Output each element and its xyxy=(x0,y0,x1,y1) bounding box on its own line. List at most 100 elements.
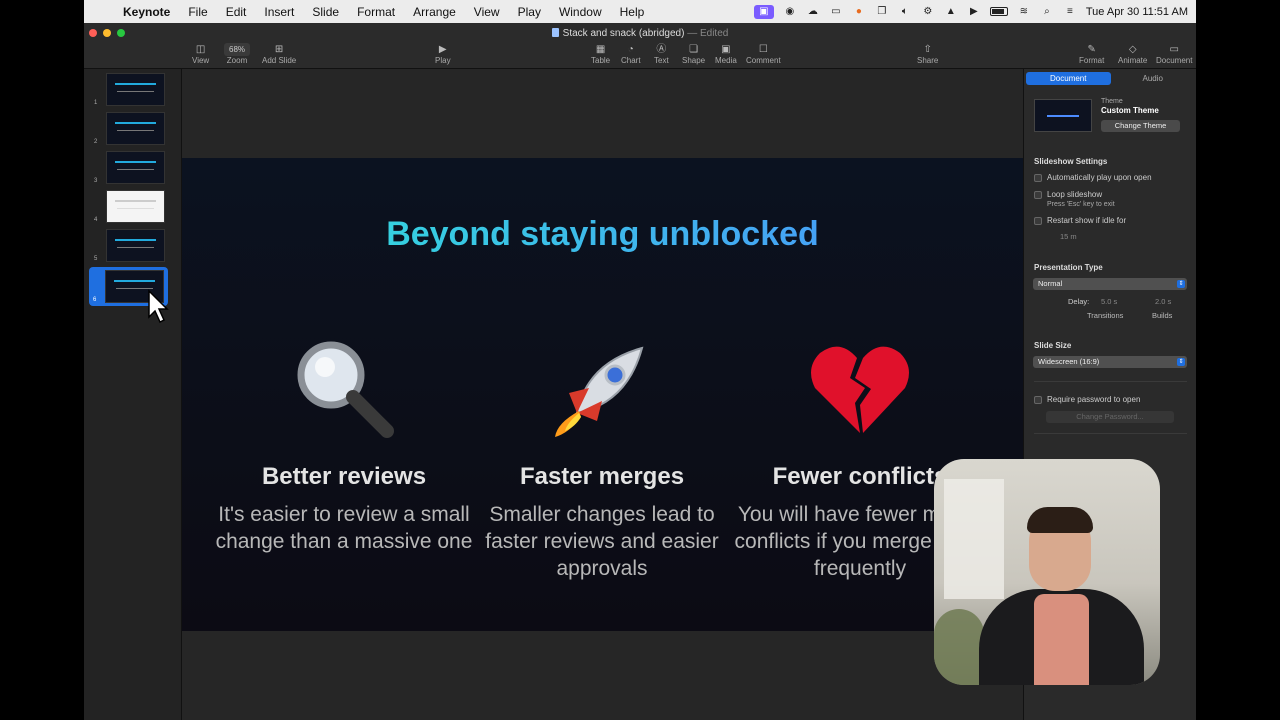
column-heading: Faster merges xyxy=(519,463,685,490)
menu-file[interactable]: File xyxy=(179,5,216,19)
column-heading: Better reviews xyxy=(261,463,427,490)
menu-app-name[interactable]: Keynote xyxy=(114,5,179,19)
menu-edit[interactable]: Edit xyxy=(217,5,256,19)
slide-size-select[interactable]: Widescreen (16:9) ⇕ xyxy=(1033,356,1187,368)
slide-navigator: 1 2 3 4 5 6 xyxy=(84,69,182,720)
chevron-updown-icon: ⇕ xyxy=(1177,280,1185,288)
display-icon[interactable]: ▭ xyxy=(829,6,843,18)
background-window xyxy=(944,479,1004,599)
menu-help[interactable]: Help xyxy=(611,5,654,19)
menu-window[interactable]: Window xyxy=(550,5,611,19)
comment-button[interactable]: ☐ Comment xyxy=(746,43,781,65)
document-title-text: Stack and snack (abridged) xyxy=(562,28,685,39)
app-status-icon[interactable]: ● xyxy=(852,6,866,18)
play-circle-icon[interactable]: ▶ xyxy=(967,6,981,18)
chart-icon: ◔ xyxy=(627,44,634,55)
format-button[interactable]: ✎ Format xyxy=(1079,43,1104,65)
slide-thumbnail-image xyxy=(106,190,165,223)
builds-delay-field[interactable]: 2.0 s xyxy=(1155,297,1171,306)
tab-document[interactable]: Document xyxy=(1026,72,1111,85)
slide-thumbnail-4[interactable]: 4 xyxy=(94,190,165,223)
transitions-label: Transitions xyxy=(1087,311,1124,320)
search-icon[interactable]: ⌕ xyxy=(1040,6,1054,18)
theme-name: Custom Theme xyxy=(1101,106,1159,115)
menu-insert[interactable]: Insert xyxy=(255,5,303,19)
control-center-icon[interactable]: ≡ xyxy=(1063,6,1077,18)
tab-audio[interactable]: Audio xyxy=(1111,72,1196,85)
table-button[interactable]: ▦ Table xyxy=(591,43,610,65)
share-button[interactable]: ⇧ Share xyxy=(917,43,938,65)
checkbox-box[interactable] xyxy=(1034,174,1042,182)
slide-thumbnail-3[interactable]: 3 xyxy=(94,151,165,184)
shape-button[interactable]: ❏ Shape xyxy=(682,43,705,65)
change-theme-button[interactable]: Change Theme xyxy=(1101,120,1180,132)
presentation-type-value: Normal xyxy=(1038,279,1063,288)
slide-canvas[interactable]: Beyond staying unblocked Better reviews … xyxy=(182,69,1023,720)
cloud-icon[interactable]: ☁ xyxy=(806,6,820,18)
chevron-updown-icon: ⇕ xyxy=(1177,358,1185,366)
menu-format[interactable]: Format xyxy=(348,5,404,19)
slide-column-merges[interactable]: Faster merges Smaller changes lead to fa… xyxy=(467,333,737,582)
animate-button[interactable]: ◇ Animate xyxy=(1118,43,1147,65)
media-button[interactable]: ▣ Media xyxy=(715,43,737,65)
toolbar: Stack and snack (abridged) — Edited ◫ Vi… xyxy=(84,23,1196,69)
shape-icon: ❏ xyxy=(689,44,699,55)
theme-thumbnail xyxy=(1034,99,1092,132)
document-title: Stack and snack (abridged) — Edited xyxy=(84,28,1196,39)
checkbox-box[interactable] xyxy=(1034,396,1042,404)
text-button[interactable]: Ⓐ Text xyxy=(654,43,669,65)
slide-title[interactable]: Beyond staying unblocked xyxy=(182,215,1023,254)
view-button[interactable]: ◫ View xyxy=(192,43,209,65)
slide-column-reviews[interactable]: Better reviews It's easier to review a s… xyxy=(209,333,479,555)
shape-label: Shape xyxy=(682,56,706,65)
slide-thumbnail-5[interactable]: 5 xyxy=(94,229,165,262)
play-icon: ▶ xyxy=(438,44,447,55)
restart-idle-checkbox[interactable]: Restart show if idle for xyxy=(1034,216,1126,225)
require-password-checkbox[interactable]: Require password to open xyxy=(1034,395,1140,404)
current-slide[interactable]: Beyond staying unblocked Better reviews … xyxy=(182,158,1023,631)
wifi-icon[interactable]: ≋ xyxy=(1017,6,1031,18)
loop-checkbox[interactable]: Loop slideshow Press 'Esc' key to exit xyxy=(1034,190,1115,208)
share-icon: ⇧ xyxy=(923,44,932,55)
idle-time-field[interactable]: 15 m xyxy=(1060,232,1077,241)
window-icon[interactable]: ❐ xyxy=(875,6,889,18)
auto-play-checkbox[interactable]: Automatically play upon open xyxy=(1034,173,1152,182)
zoom-value: 68% xyxy=(224,43,251,56)
transitions-delay-field[interactable]: 5.0 s xyxy=(1101,297,1117,306)
menu-clock[interactable]: Tue Apr 30 11:51 AM xyxy=(1086,6,1188,18)
restart-label: Restart show if idle for xyxy=(1047,216,1127,225)
magnifying-glass-icon xyxy=(209,333,479,443)
slide-thumbnail-1[interactable]: 1 xyxy=(94,73,165,106)
alert-icon[interactable]: ▲ xyxy=(944,6,958,18)
checkbox-box[interactable] xyxy=(1034,191,1042,199)
rocket-icon xyxy=(467,333,737,443)
menu-arrange[interactable]: Arrange xyxy=(404,5,465,19)
menu-play[interactable]: Play xyxy=(509,5,550,19)
slideshow-settings-heading: Slideshow Settings xyxy=(1034,157,1108,166)
divider xyxy=(1034,381,1187,382)
chart-button[interactable]: ◔ Chart xyxy=(621,43,641,65)
battery-icon[interactable] xyxy=(989,7,1008,16)
screen-recording-icon[interactable]: ▣ xyxy=(753,4,774,19)
settings-gear-icon[interactable]: ⚙ xyxy=(921,6,935,18)
slide-number: 5 xyxy=(94,256,98,262)
menu-view[interactable]: View xyxy=(465,5,509,19)
menu-slide[interactable]: Slide xyxy=(303,5,348,19)
presentation-type-select[interactable]: Normal ⇕ xyxy=(1033,278,1187,290)
text-icon: Ⓐ xyxy=(656,44,667,55)
checkbox-box[interactable] xyxy=(1034,217,1042,225)
play-button[interactable]: ▶ Play xyxy=(435,43,451,65)
slide-thumbnail-2[interactable]: 2 xyxy=(94,112,165,145)
comment-icon: ☐ xyxy=(758,44,768,55)
change-password-button[interactable]: Change Password... xyxy=(1046,411,1174,423)
volume-icon[interactable]: 🔈︎ xyxy=(898,6,912,18)
record-icon[interactable]: ◉ xyxy=(783,6,797,18)
document-button[interactable]: ▭ Document xyxy=(1156,43,1192,65)
delay-label: Delay: xyxy=(1068,297,1090,306)
zoom-button[interactable]: 68% Zoom xyxy=(224,43,251,65)
column-body: Smaller changes lead to faster reviews a… xyxy=(485,503,719,580)
add-slide-button[interactable]: ⊞ Add Slide xyxy=(262,43,296,65)
inspector-tabs: Document Audio xyxy=(1026,72,1195,85)
require-password-label: Require password to open xyxy=(1047,395,1141,404)
webcam-overlay xyxy=(934,459,1160,685)
